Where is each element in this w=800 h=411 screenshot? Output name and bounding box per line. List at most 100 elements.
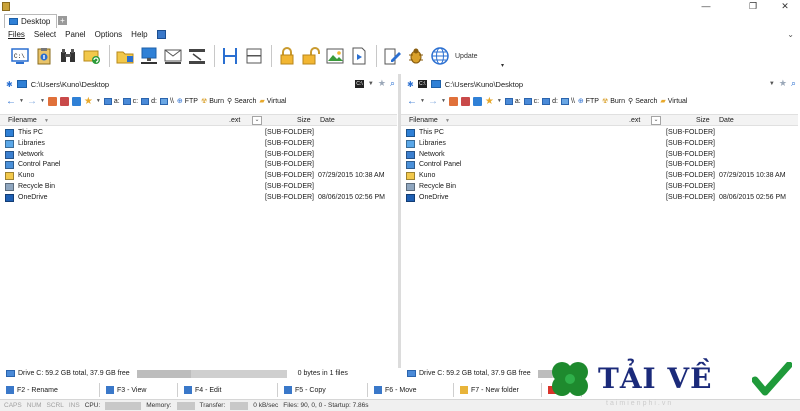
parent-folder-icon[interactable] xyxy=(448,96,458,106)
drive-d[interactable]: d: xyxy=(141,97,157,105)
add-tab-button[interactable]: + xyxy=(58,16,67,25)
desktop-shortcut-icon[interactable] xyxy=(71,96,81,106)
mail-compare-button[interactable] xyxy=(162,45,184,67)
file-row[interactable]: Kuno [SUB-FOLDER] 07/29/2015 10:38 AM xyxy=(401,171,798,182)
menu-select[interactable]: Select xyxy=(34,30,56,39)
forward-dropdown-icon[interactable]: ▼ xyxy=(441,98,446,104)
forward-arrow-icon[interactable]: → xyxy=(428,96,438,107)
col-ext[interactable]: .ext xyxy=(229,117,240,124)
path-dropdown-icon[interactable]: ▼ xyxy=(368,81,374,87)
clipboard-button[interactable] xyxy=(33,45,55,67)
compare-button[interactable] xyxy=(186,45,208,67)
menu-chevron-icon[interactable]: ⌄ xyxy=(787,30,794,39)
back-dropdown-icon[interactable]: ▼ xyxy=(19,98,24,104)
single-panel-button[interactable] xyxy=(243,45,265,67)
back-dropdown-icon[interactable]: ▼ xyxy=(420,98,425,104)
desktop-shortcut-icon[interactable] xyxy=(472,96,482,106)
split-panel-button[interactable] xyxy=(219,45,241,67)
drive-c[interactable]: c: xyxy=(122,97,138,105)
update-dropdown-icon[interactable]: ▾ xyxy=(501,62,504,69)
file-row[interactable]: Libraries [SUB-FOLDER] xyxy=(401,139,798,150)
bug-report-button[interactable] xyxy=(405,45,427,67)
ext-filter-dropdown[interactable]: ⌄ xyxy=(651,116,661,125)
history-icon[interactable] xyxy=(59,96,69,106)
file-row[interactable]: Control Panel [SUB-FOLDER] xyxy=(401,160,798,171)
favorites-dropdown-icon[interactable]: ▼ xyxy=(497,98,502,104)
close-button[interactable]: ✕ xyxy=(772,1,798,12)
drive-a[interactable]: a: xyxy=(504,97,521,105)
update-button[interactable] xyxy=(429,45,451,67)
col-filename[interactable]: Filename xyxy=(8,117,37,124)
unlock-button[interactable] xyxy=(300,45,322,67)
find-button[interactable] xyxy=(57,45,79,67)
file-row[interactable]: Kuno [SUB-FOLDER] 07/29/2015 10:38 AM xyxy=(0,171,397,182)
cmd-icon[interactable]: C:\ xyxy=(354,79,364,88)
favorites-dropdown-icon[interactable]: ▼ xyxy=(96,98,101,104)
virtual-button[interactable]: ▰ Virtual xyxy=(259,97,286,106)
search-icon[interactable]: ⌕ xyxy=(791,78,796,89)
back-arrow-icon[interactable]: ← xyxy=(407,96,417,107)
file-row[interactable]: OneDrive [SUB-FOLDER] 08/06/2015 02:56 PM xyxy=(0,193,397,204)
history-icon[interactable] xyxy=(460,96,470,106)
restore-button[interactable]: ❐ xyxy=(740,1,766,12)
fkey-move[interactable]: F6 - Move xyxy=(368,383,454,397)
play-file-button[interactable] xyxy=(348,45,370,67)
burn-button[interactable]: ☢ Burn xyxy=(602,97,625,106)
minimize-button[interactable]: — xyxy=(693,1,719,11)
menu-help[interactable]: Help xyxy=(131,30,147,39)
file-row[interactable]: Network [SUB-FOLDER] xyxy=(401,150,798,161)
drive-c[interactable]: c: xyxy=(523,97,539,105)
network-share[interactable]: \\ xyxy=(560,97,575,105)
favorite-star-icon[interactable]: ★ xyxy=(779,78,787,89)
menu-options[interactable]: Options xyxy=(95,30,123,39)
search-icon[interactable]: ⌕ xyxy=(390,78,395,89)
left-path-text[interactable]: C:\Users\Kuno\Desktop xyxy=(31,80,109,89)
menu-files[interactable]: Files xyxy=(8,30,25,39)
right-path-text[interactable]: C:\Users\Kuno\Desktop xyxy=(445,80,523,89)
pin-icon[interactable]: ✱ xyxy=(407,80,414,89)
new-folder-button[interactable] xyxy=(114,45,136,67)
file-row[interactable]: OneDrive [SUB-FOLDER] 08/06/2015 02:56 PM xyxy=(401,193,798,204)
favorite-star-icon[interactable]: ★ xyxy=(378,78,386,89)
burn-button[interactable]: ☢ Burn xyxy=(201,97,224,106)
drive-d[interactable]: d: xyxy=(542,97,558,105)
image-viewer-button[interactable] xyxy=(324,45,346,67)
favorites-star-icon[interactable]: ★ xyxy=(485,96,494,107)
ftp-button[interactable]: ⊕ FTP xyxy=(177,97,198,106)
virtual-button[interactable]: ▰ Virtual xyxy=(660,97,687,106)
fkey-rename[interactable]: F2 - Rename xyxy=(0,383,100,397)
back-arrow-icon[interactable]: ← xyxy=(6,96,16,107)
ftp-button[interactable]: ⊕ FTP xyxy=(578,97,599,106)
pin-icon[interactable]: ✱ xyxy=(6,80,13,89)
file-row[interactable]: Control Panel [SUB-FOLDER] xyxy=(0,160,397,171)
network-share[interactable]: \\ xyxy=(159,97,174,105)
col-filename[interactable]: Filename xyxy=(409,117,438,124)
update-label[interactable]: Update xyxy=(455,53,478,60)
network-button[interactable] xyxy=(138,45,160,67)
fkey-edit[interactable]: F4 - Edit xyxy=(178,383,278,397)
settings-menu-icon[interactable] xyxy=(156,30,166,39)
favorites-star-icon[interactable]: ★ xyxy=(84,96,93,107)
cmd-icon[interactable]: C:\ xyxy=(417,80,427,88)
file-row[interactable]: Recycle Bin [SUB-FOLDER] xyxy=(0,182,397,193)
fkey-copy[interactable]: F5 - Copy xyxy=(278,383,368,397)
col-date[interactable]: Date xyxy=(719,117,734,124)
search-button[interactable]: ⚲ Search xyxy=(628,97,657,106)
file-row[interactable]: This PC [SUB-FOLDER] xyxy=(0,128,397,139)
tab-desktop[interactable]: Desktop xyxy=(4,14,58,28)
sync-button[interactable] xyxy=(81,45,103,67)
parent-folder-icon[interactable] xyxy=(47,96,57,106)
path-dropdown-icon[interactable]: ▼ xyxy=(769,81,775,87)
cmd-prompt-button[interactable]: C:\ xyxy=(9,45,31,67)
lock-button[interactable] xyxy=(276,45,298,67)
col-size[interactable]: Size xyxy=(696,117,710,124)
col-date[interactable]: Date xyxy=(320,117,335,124)
col-size[interactable]: Size xyxy=(297,117,311,124)
fkey-view[interactable]: F3 - View xyxy=(100,383,178,397)
forward-dropdown-icon[interactable]: ▼ xyxy=(40,98,45,104)
forward-arrow-icon[interactable]: → xyxy=(27,96,37,107)
ext-filter-dropdown[interactable]: ⌄ xyxy=(252,116,262,125)
file-row[interactable]: Recycle Bin [SUB-FOLDER] xyxy=(401,182,798,193)
file-row[interactable]: Libraries [SUB-FOLDER] xyxy=(0,139,397,150)
edit-document-button[interactable] xyxy=(381,45,403,67)
